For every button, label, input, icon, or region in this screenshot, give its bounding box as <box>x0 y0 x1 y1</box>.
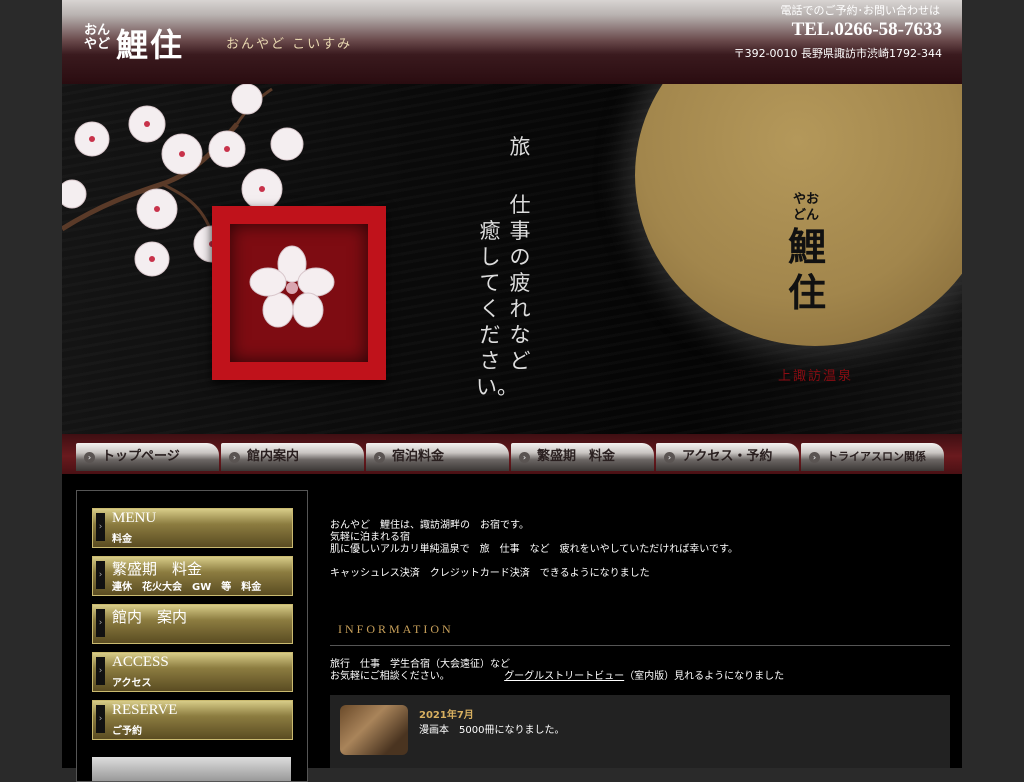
arrow-right-icon: › <box>96 561 105 589</box>
news-thumbnail[interactable] <box>340 705 408 755</box>
sidebar-button-sub: アクセス <box>112 678 152 689</box>
nav-facilities[interactable]: › 館内案内 <box>221 443 364 471</box>
sidebar-facilities-button[interactable]: › 館内 案内 <box>92 604 293 644</box>
sidebar-button-sub: 連休 花火大会 GW 等 料金 <box>112 582 262 593</box>
sidebar-peak-rates-button[interactable]: › 繁盛期 料金 連休 花火大会 GW 等 料金 <box>92 556 293 596</box>
arrow-right-icon: › <box>96 513 105 541</box>
sidebar-button-title: 館内 案内 <box>112 610 188 626</box>
arrow-right-icon: › <box>229 452 240 463</box>
address: 〒392-0010 長野県諏訪市渋崎1792-344 <box>733 47 942 60</box>
news-date: 2021年7月 <box>419 710 474 721</box>
intro-text: おんやど 鯉住は、諏訪湖畔の お宿です。 気軽に泊まれる宿 肌に優しいアルカリ単… <box>330 520 950 580</box>
contact-note: 電話でのご予約･お問い合わせは <box>780 4 941 17</box>
arrow-right-icon: › <box>374 452 385 463</box>
information-text: 旅行 仕事 学生合宿（大会遠征）など お気軽にご相談ください。 グーグルストリー… <box>330 659 950 683</box>
main-nav: › トップページ › 館内案内 › 宿泊料金 › 繁盛期 料金 › アクセス・予… <box>62 434 962 475</box>
sidebar-button-title: ACCESS <box>112 654 169 670</box>
site-logo[interactable]: 鯉住 <box>116 20 184 66</box>
arrow-right-icon: › <box>664 452 675 463</box>
sidebar-menu-button[interactable]: › MENU 料金 <box>92 508 293 548</box>
sidebar-button-title: 繁盛期 料金 <box>112 562 203 578</box>
nav-top-page[interactable]: › トップページ <box>76 443 219 471</box>
intro-line: 肌に優しいアルカリ単純温泉で 旅 仕事 など 疲れをいやしていただければ幸いです… <box>330 544 738 555</box>
arrow-right-icon: › <box>519 452 530 463</box>
catch-text-1: 旅 <box>509 135 531 159</box>
nav-label: 宿泊料金 <box>392 449 445 464</box>
nav-access-reserve[interactable]: › アクセス・予約 <box>656 443 799 471</box>
logo-reading: おんやど こいすみ <box>226 37 353 52</box>
moon-ruby: やお どん <box>792 192 819 223</box>
onsen-label: 上諏訪温泉 <box>778 369 854 384</box>
arrow-right-icon: › <box>96 705 105 733</box>
info-line: お気軽にご相談ください。 <box>330 671 450 682</box>
red-masu-box <box>212 206 386 380</box>
sakura-flower-icon <box>249 245 335 328</box>
nav-label: 館内案内 <box>247 449 300 464</box>
sidebar: › MENU 料金 › 繁盛期 料金 連休 花火大会 GW 等 料金 › 館内 … <box>76 490 308 782</box>
site-header: おん やど 鯉住 おんやど こいすみ 電話でのご予約･お問い合わせは TEL.0… <box>62 0 962 86</box>
nav-label: トライアスロン関係 <box>827 450 926 463</box>
nav-label: 繁盛期 料金 <box>537 449 616 464</box>
page: おん やど 鯉住 おんやど こいすみ 電話でのご予約･お問い合わせは TEL.0… <box>62 0 962 782</box>
catch-text-3: 癒してください。 <box>476 219 518 399</box>
moon-title: 鯉住 <box>787 224 826 315</box>
nav-triathlon[interactable]: › トライアスロン関係 <box>801 443 944 471</box>
nav-label: アクセス・予約 <box>682 449 773 464</box>
street-view-link[interactable]: グーグルストリートビュー <box>504 671 624 682</box>
sidebar-photo <box>92 757 291 781</box>
arrow-right-icon: › <box>96 657 105 685</box>
intro-line: 気軽に泊まれる宿 <box>330 532 410 543</box>
intro-line: キャッシュレス決済 クレジットカード決済 できるようになりました <box>330 568 650 579</box>
info-line-suffix: （室内版）見れるようになりました <box>624 671 785 682</box>
catch-text-2: 仕事の疲れなど <box>509 193 531 373</box>
arrow-right-icon: › <box>96 609 105 637</box>
sidebar-button-sub: ご予約 <box>112 726 142 737</box>
phone-number[interactable]: TEL.0266-58-7633 <box>792 19 942 41</box>
intro-line: おんやど 鯉住は、諏訪湖畔の お宿です。 <box>330 520 529 531</box>
nav-rates[interactable]: › 宿泊料金 <box>366 443 509 471</box>
hero-banner: 旅 仕事の疲れなど 癒してください。 やお どん 鯉住 上諏訪温泉 <box>62 84 962 434</box>
sidebar-access-button[interactable]: › ACCESS アクセス <box>92 652 293 692</box>
info-line: 旅行 仕事 学生合宿（大会遠征）など <box>330 659 510 670</box>
arrow-right-icon: › <box>84 452 95 463</box>
sidebar-reserve-button[interactable]: › RESERVE ご予約 <box>92 700 293 740</box>
nav-label: トップページ <box>102 449 180 464</box>
news-text: 漫画本 5000冊になりました。 <box>419 725 565 736</box>
sidebar-button-title: RESERVE <box>112 702 178 718</box>
news-item: 2021年7月 漫画本 5000冊になりました。 <box>330 695 950 768</box>
arrow-right-icon: › <box>809 452 820 463</box>
sidebar-button-sub: 料金 <box>112 534 132 545</box>
nav-peak-rates[interactable]: › 繁盛期 料金 <box>511 443 654 471</box>
sidebar-button-title: MENU <box>112 510 157 526</box>
logo-small-text: おん やど <box>84 23 111 52</box>
information-heading: INFORMATION <box>330 622 950 646</box>
